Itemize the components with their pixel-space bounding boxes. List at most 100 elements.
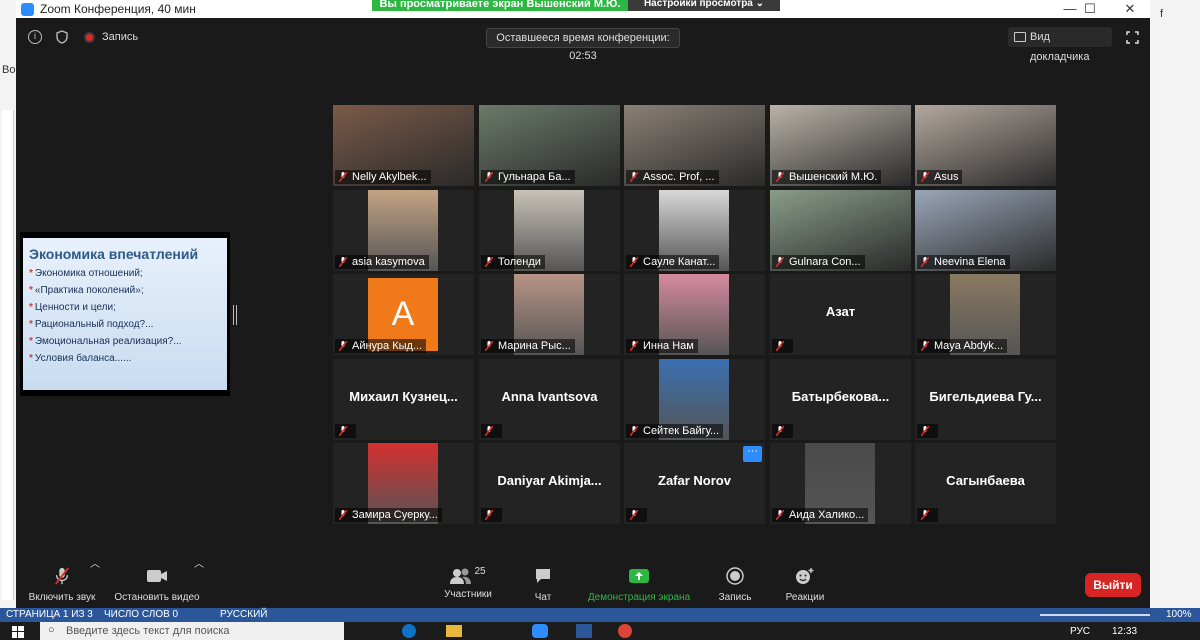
- participant-tile[interactable]: Сауле Канат...: [624, 190, 765, 271]
- grid-view-icon: [1014, 32, 1026, 42]
- chat-button[interactable]: Чат: [522, 555, 564, 608]
- record-icon: [726, 567, 744, 585]
- slide-bullet: Рациональный подход?...: [29, 316, 221, 333]
- participant-name: Бигельдиева Гу...: [929, 389, 1042, 404]
- participant-grid: Nelly Akylbek... Гульнара Ба... Assoc. Pro…: [333, 105, 1063, 525]
- muted-mic-icon: [485, 257, 493, 267]
- chrome-icon[interactable]: [618, 624, 632, 638]
- participant-tile[interactable]: Zafar Norov ···: [624, 443, 765, 524]
- close-button[interactable]: ✕: [1110, 0, 1150, 18]
- slide-bullet: «Практика поколений»;: [29, 282, 221, 299]
- muted-mic-icon: [921, 341, 929, 351]
- participant-tile[interactable]: Батырбекова...: [770, 359, 911, 440]
- muted-mic-icon: [776, 172, 784, 182]
- participant-tile[interactable]: asia kasymova: [333, 190, 474, 271]
- participants-label: Участники: [444, 589, 492, 600]
- input-language[interactable]: РУС: [1070, 626, 1090, 637]
- reactions-button[interactable]: Реакции: [778, 555, 832, 608]
- record-button[interactable]: Запись: [710, 555, 760, 608]
- participants-count: 25: [474, 566, 486, 577]
- participant-tile[interactable]: Михаил Кузнец...: [333, 359, 474, 440]
- participant-name-label: Айнура Кыд...: [335, 339, 427, 353]
- participant-name-label: [335, 424, 356, 438]
- windows-start-icon[interactable]: [12, 626, 24, 638]
- leave-meeting-button[interactable]: Выйти: [1085, 573, 1141, 597]
- more-options-button[interactable]: ···: [743, 446, 762, 462]
- edge-icon[interactable]: [402, 624, 416, 638]
- muted-mic-icon: [921, 426, 929, 436]
- chat-bubble-icon: [536, 569, 550, 583]
- participant-tile[interactable]: Толенди: [479, 190, 620, 271]
- participant-name: Вышенский М.Ю.: [789, 171, 878, 183]
- participant-tile[interactable]: Maya Abdyk...: [915, 274, 1056, 355]
- speaker-view-button[interactable]: Вид докладчика: [1008, 27, 1112, 63]
- participant-tile[interactable]: Asus: [915, 105, 1056, 186]
- muted-mic-icon: [630, 257, 638, 267]
- participant-name: Сагынбаева: [946, 473, 1025, 488]
- participant-name-label: [481, 424, 502, 438]
- participant-name-label: Вышенский М.Ю.: [772, 170, 882, 184]
- window-title: Zoom Конференция, 40 мин: [40, 2, 196, 16]
- file-explorer-icon[interactable]: [446, 625, 462, 637]
- muted-mic-icon: [339, 257, 347, 267]
- muted-mic-icon: [630, 341, 638, 351]
- search-icon: ○: [48, 624, 55, 636]
- participant-tile[interactable]: А Айнура Кыд...: [333, 274, 474, 355]
- muted-mic-icon: [776, 426, 784, 436]
- participant-tile[interactable]: Сагынбаева: [915, 443, 1056, 524]
- zoom-slider[interactable]: [1040, 614, 1150, 616]
- word-count: ЧИСЛО СЛОВ 0: [104, 609, 179, 620]
- muted-mic-icon: [776, 341, 784, 351]
- shared-screen-thumbnail[interactable]: Экономика впечатлений Экономика отношени…: [20, 232, 230, 396]
- clock[interactable]: 12:33: [1112, 626, 1137, 637]
- zoom-taskbar-icon[interactable]: [532, 624, 548, 638]
- audio-options-chevron-icon[interactable]: ︿: [90, 555, 100, 608]
- muted-mic-icon: [921, 172, 929, 182]
- word-taskbar-icon[interactable]: [576, 624, 592, 638]
- participant-tile[interactable]: Аида Халико...: [770, 443, 911, 524]
- participant-tile[interactable]: Марина Рыс...: [479, 274, 620, 355]
- muted-mic-icon: [921, 257, 929, 267]
- zoom-logo-icon: [21, 3, 34, 16]
- participant-tile[interactable]: Вышенский М.Ю.: [770, 105, 911, 186]
- participant-tile[interactable]: Инна Нам: [624, 274, 765, 355]
- muted-mic-icon: [339, 172, 347, 182]
- search-placeholder: Введите здесь текст для поиска: [66, 625, 230, 637]
- participants-button[interactable]: 25 Участники: [436, 555, 500, 608]
- participant-name-label: Asus: [917, 170, 963, 184]
- language-indicator: РУССКИЙ: [220, 609, 268, 620]
- view-options-button[interactable]: Настройки просмотра ⌄: [628, 0, 780, 11]
- participant-tile[interactable]: Гульнара Ба...: [479, 105, 620, 186]
- shield-icon[interactable]: [56, 30, 68, 44]
- participant-name-label: [917, 424, 938, 438]
- participant-tile[interactable]: Nelly Akylbek...: [333, 105, 474, 186]
- participant-tile[interactable]: Neevina Elena: [915, 190, 1056, 271]
- participant-name-label: Maya Abdyk...: [917, 339, 1008, 353]
- participant-name: Батырбекова...: [791, 389, 890, 404]
- participant-name-label: Марина Рыс...: [481, 339, 575, 353]
- participant-tile[interactable]: Замира Суерку...: [333, 443, 474, 524]
- share-screen-button[interactable]: Демонстрация экрана: [582, 555, 696, 608]
- split-resize-handle[interactable]: [233, 305, 237, 325]
- participant-name: Assoc. Prof, ...: [643, 171, 715, 183]
- chat-label: Чат: [534, 592, 552, 603]
- participant-name-label: Толенди: [481, 255, 545, 269]
- participant-tile[interactable]: Азат: [770, 274, 911, 355]
- muted-mic-icon: [485, 510, 493, 520]
- participant-name: Инна Нам: [643, 340, 694, 352]
- participant-name: Гульнара Ба...: [498, 171, 571, 183]
- info-icon[interactable]: i: [28, 30, 42, 44]
- participant-tile[interactable]: Бигельдиева Гу...: [915, 359, 1056, 440]
- maximize-button[interactable]: ☐: [1070, 0, 1110, 18]
- stop-video-button[interactable]: Остановить видео: [110, 555, 204, 608]
- word-background-text: Во: [2, 64, 16, 76]
- taskbar-search-input[interactable]: ○ Введите здесь текст для поиска: [40, 622, 344, 640]
- participant-name: Сейтек Байгу...: [643, 425, 720, 437]
- participant-tile[interactable]: Daniyar Akimja...: [479, 443, 620, 524]
- video-options-chevron-icon[interactable]: ︿: [194, 555, 204, 608]
- participant-tile[interactable]: Assoc. Prof, ...: [624, 105, 765, 186]
- fullscreen-icon[interactable]: [1126, 31, 1139, 44]
- participant-tile[interactable]: Anna Ivantsova: [479, 359, 620, 440]
- participant-tile[interactable]: Gulnara Con...: [770, 190, 911, 271]
- participant-tile[interactable]: Сейтек Байгу...: [624, 359, 765, 440]
